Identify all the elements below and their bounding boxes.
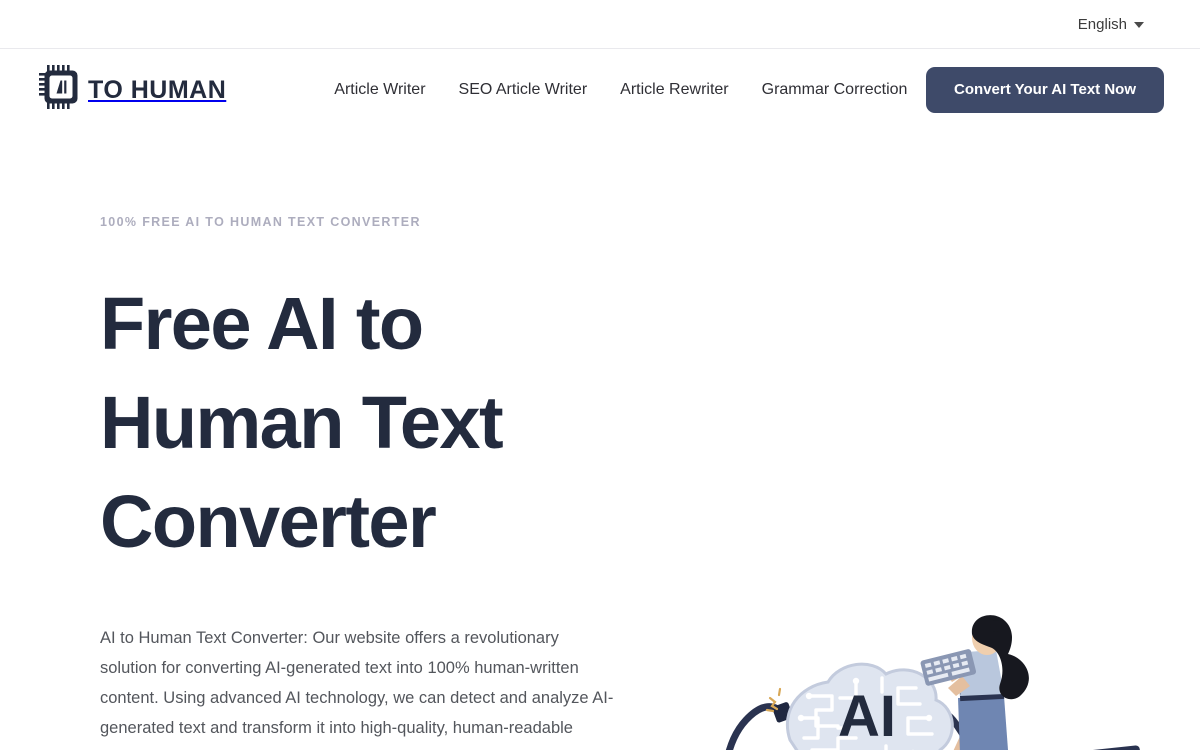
hero-paragraph: AI to Human Text Converter: Our website … [100,623,620,750]
page-title: Free AI to Human Text Converter [100,281,504,563]
site-logo-text: TO HUMAN [88,76,227,104]
site-header: TO HUMAN Article Writer SEO Article Writ… [0,49,1200,130]
nav-item-grammar-correction[interactable]: Grammar Correction [762,81,908,98]
app-window [891,745,1142,750]
person-standing-with-keyboard [920,615,1029,750]
hero-paragraph-part-1: AI to Human Text Converter: Our website … [100,628,614,750]
ai-chip-icon [36,62,86,117]
brain-ai-label: AI [838,684,896,749]
ai-to-human-illustration: AI [660,600,1200,750]
brain-shape: AI [785,662,954,750]
hero-eyebrow: 100% Free AI to Human Text Converter [100,215,421,229]
hero-copy: 100% Free AI to Human Text Converter Fre… [100,130,645,750]
hero-section: 100% Free AI to Human Text Converter Fre… [0,130,1200,750]
convert-ai-text-button[interactable]: Convert Your AI Text Now [926,66,1164,113]
nav-item-article-rewriter[interactable]: Article Rewriter [620,81,728,98]
top-utility-bar: English [0,0,1200,49]
nav-item-seo-article-writer[interactable]: SEO Article Writer [459,81,588,98]
chevron-down-icon [1134,22,1144,28]
site-logo[interactable]: TO HUMAN [36,62,226,117]
language-selector-label: English [1077,15,1127,33]
main-navigation: Article Writer SEO Article Writer Articl… [334,81,908,98]
language-selector[interactable]: English [1078,17,1144,32]
nav-item-article-writer[interactable]: Article Writer [334,81,425,98]
